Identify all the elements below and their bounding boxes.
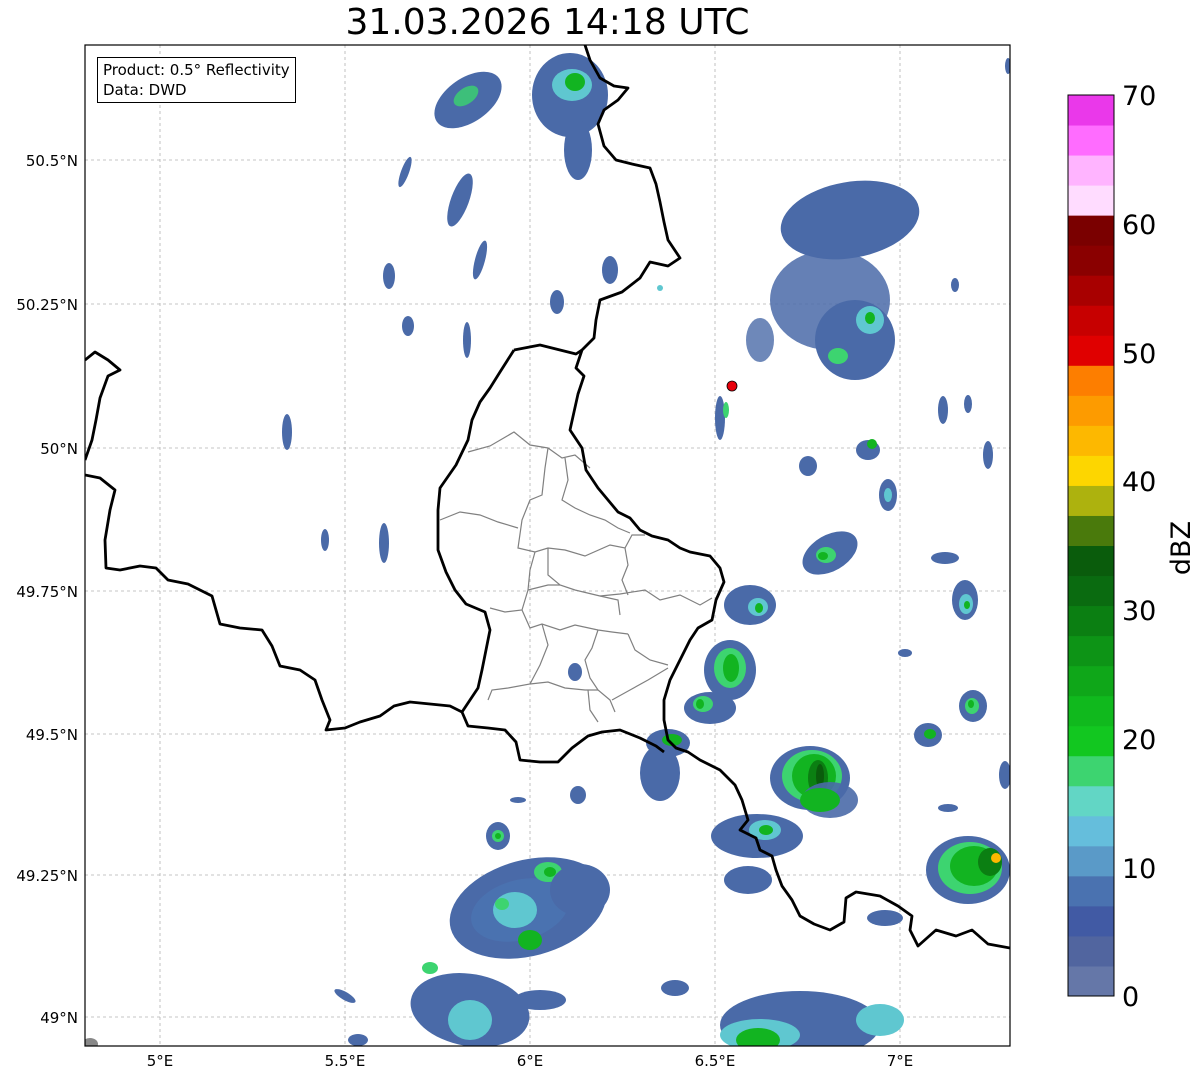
lon-label: 7°E [887, 1052, 914, 1070]
colorbar-band [1068, 815, 1114, 847]
colorbar-band [1068, 965, 1114, 997]
radar-site-marker [726, 380, 738, 392]
colorbar [1068, 95, 1114, 997]
lon-label: 6°E [517, 1052, 544, 1070]
colorbar-ticks: 0 10 20 30 40 50 60 70 [1122, 81, 1156, 1013]
colorbar-band [1068, 275, 1114, 306]
lon-label: 5°E [147, 1052, 174, 1070]
colorbar-tick: 30 [1122, 596, 1156, 627]
colorbar-label: dBZ [1166, 521, 1197, 575]
colorbar-band [1068, 95, 1114, 126]
colorbar-tick: 50 [1122, 339, 1156, 370]
lat-label: 49.25°N [16, 867, 78, 885]
colorbar-tick: 10 [1122, 854, 1156, 885]
colorbar-band [1068, 215, 1114, 246]
colorbar-tick: 20 [1122, 725, 1156, 756]
colorbar-band [1068, 185, 1114, 216]
colorbar-band [1068, 875, 1114, 907]
colorbar-tick: 40 [1122, 467, 1156, 498]
colorbar-band [1068, 335, 1114, 366]
colorbar-band [1068, 695, 1114, 727]
colorbar-band [1068, 575, 1114, 607]
info-box: Product: 0.5° Reflectivity Data: DWD [97, 57, 296, 103]
colorbar-tick: 60 [1122, 210, 1156, 241]
lat-label: 49°N [40, 1009, 78, 1027]
colorbar-tick: 0 [1122, 982, 1139, 1013]
product-text: Product: 0.5° Reflectivity [103, 61, 290, 79]
latitude-labels: 50.5°N 50.25°N 50°N 49.75°N 49.5°N 49.25… [16, 152, 78, 1027]
colorbar-tick: 70 [1122, 81, 1156, 112]
radar-map: 50.5°N 50.25°N 50°N 49.75°N 49.5°N 49.25… [16, 44, 1197, 1070]
colorbar-band [1068, 665, 1114, 697]
lon-label: 6.5°E [695, 1052, 736, 1070]
colorbar-band [1068, 845, 1114, 877]
colorbar-band [1068, 455, 1114, 486]
longitude-labels: 5°E 5.5°E 6°E 6.5°E 7°E [147, 1052, 914, 1070]
colorbar-band [1068, 725, 1114, 757]
colorbar-band [1068, 545, 1114, 577]
colorbar-band [1068, 935, 1114, 967]
colorbar-band [1068, 515, 1114, 546]
colorbar-band [1068, 785, 1114, 817]
lat-label: 49.5°N [26, 726, 78, 744]
colorbar-band [1068, 395, 1114, 426]
lat-label: 50°N [40, 440, 78, 458]
colorbar-band [1068, 155, 1114, 186]
colorbar-band [1068, 125, 1114, 156]
data-source-text: Data: DWD [103, 81, 187, 99]
lat-label: 49.75°N [16, 583, 78, 601]
lon-label: 5.5°E [325, 1052, 366, 1070]
colorbar-band [1068, 605, 1114, 637]
colorbar-band [1068, 245, 1114, 276]
colorbar-band [1068, 305, 1114, 336]
colorbar-band [1068, 425, 1114, 456]
lat-label: 50.5°N [26, 152, 78, 170]
colorbar-band [1068, 485, 1114, 516]
colorbar-band [1068, 905, 1114, 937]
colorbar-band [1068, 755, 1114, 787]
colorbar-band [1068, 635, 1114, 667]
lat-label: 50.25°N [16, 296, 78, 314]
colorbar-band [1068, 365, 1114, 396]
